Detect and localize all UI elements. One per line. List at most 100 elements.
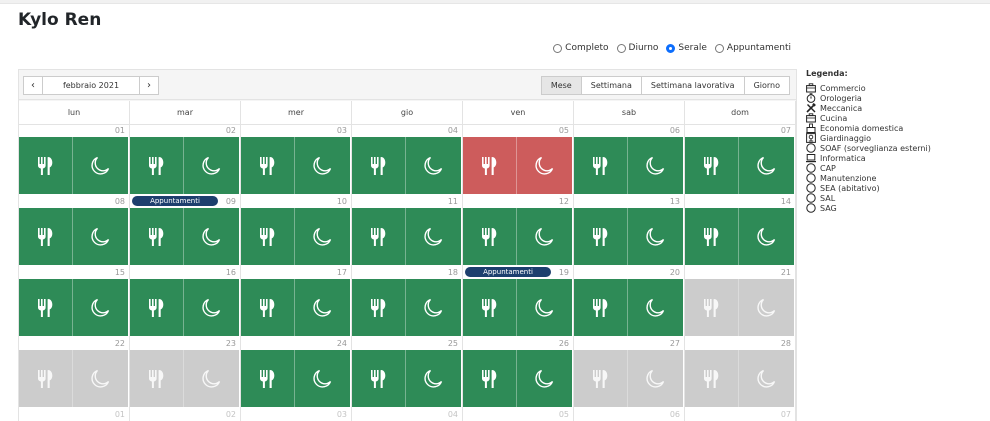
day-cell[interactable]: 10 xyxy=(241,196,352,267)
day-number: 01 xyxy=(114,126,125,135)
day-cell[interactable]: 25 xyxy=(352,338,463,409)
view-button-settimana[interactable]: Settimana xyxy=(580,76,642,95)
day-cell[interactable]: 08 xyxy=(19,196,130,267)
day-cell[interactable]: 22 xyxy=(19,338,130,409)
availability-tile-green[interactable] xyxy=(130,208,239,265)
availability-tile-gray[interactable] xyxy=(685,350,794,407)
legend-label: SAG xyxy=(820,204,837,213)
day-number: 05 xyxy=(558,410,569,419)
day-cell[interactable]: 07 xyxy=(685,409,796,421)
availability-tile-green[interactable] xyxy=(463,279,572,336)
availability-tile-green[interactable] xyxy=(574,208,683,265)
radio-indicator[interactable] xyxy=(553,43,563,53)
availability-tile-green[interactable] xyxy=(352,208,461,265)
day-cell[interactable]: 02 xyxy=(130,125,241,196)
calendar: ‹ febbraio 2021 › Mese Settimana Settimana… xyxy=(18,69,797,421)
prev-month-button[interactable]: ‹ xyxy=(23,76,43,95)
day-cell[interactable]: 14 xyxy=(685,196,796,267)
day-cell[interactable]: 27 xyxy=(574,338,685,409)
view-button-mese[interactable]: Mese xyxy=(540,76,582,95)
availability-tile-green[interactable] xyxy=(352,137,461,194)
day-cell[interactable]: 20 xyxy=(574,267,685,338)
availability-tile-green[interactable] xyxy=(241,279,350,336)
day-cell[interactable]: 11 xyxy=(352,196,463,267)
moon-icon xyxy=(628,350,682,407)
appointment-event[interactable]: Appuntamenti xyxy=(465,267,551,277)
day-cell[interactable]: 03 xyxy=(241,409,352,421)
moon-icon xyxy=(73,208,127,265)
day-cell[interactable]: 17 xyxy=(241,267,352,338)
day-cell[interactable]: 18 xyxy=(352,267,463,338)
weekday-mer: mer xyxy=(241,101,352,124)
availability-tile-green[interactable] xyxy=(352,279,461,336)
day-number: 14 xyxy=(780,197,791,206)
day-cell[interactable]: 12 xyxy=(463,196,574,267)
day-cell[interactable]: 01 xyxy=(19,409,130,421)
day-cell[interactable]: 16 xyxy=(130,267,241,338)
availability-tile-green[interactable] xyxy=(352,350,461,407)
day-number: 16 xyxy=(225,268,236,277)
availability-tile-green[interactable] xyxy=(130,137,239,194)
week-row: 22 23 24 25 26 27 28 xyxy=(19,338,796,409)
availability-tile-green[interactable] xyxy=(574,279,683,336)
day-cell[interactable]: 03 xyxy=(241,125,352,196)
availability-tile-gray[interactable] xyxy=(685,279,794,336)
availability-tile-green[interactable] xyxy=(130,279,239,336)
availability-tile-green[interactable] xyxy=(574,137,683,194)
day-cell[interactable]: 06 xyxy=(574,125,685,196)
filter-radio-diurno[interactable]: Diurno xyxy=(616,43,658,53)
availability-tile-green[interactable] xyxy=(241,208,350,265)
availability-tile-gray[interactable] xyxy=(130,350,239,407)
day-number: 07 xyxy=(780,126,791,135)
day-cell[interactable]: 13 xyxy=(574,196,685,267)
filter-radio-appuntamenti[interactable]: Appuntamenti xyxy=(714,43,791,53)
day-cell[interactable]: 21 xyxy=(685,267,796,338)
fork-knife-icon xyxy=(130,350,184,407)
availability-tile-green[interactable] xyxy=(241,137,350,194)
day-number: 02 xyxy=(225,126,236,135)
day-cell[interactable]: 04 xyxy=(352,409,463,421)
availability-tile-green[interactable] xyxy=(19,208,128,265)
day-cell[interactable]: 05 xyxy=(463,409,574,421)
radio-label: Serale xyxy=(678,43,707,53)
filter-radio-serale[interactable]: Serale xyxy=(666,43,707,53)
availability-tile-green[interactable] xyxy=(19,279,128,336)
fork-knife-icon xyxy=(352,279,406,336)
day-cell[interactable]: 09 Appuntamenti xyxy=(130,196,241,267)
day-cell[interactable]: 02 xyxy=(130,409,241,421)
day-number: 28 xyxy=(780,339,791,348)
legend-title: Legenda: xyxy=(806,69,848,78)
view-button-settimana-lavorativa[interactable]: Settimana lavorativa xyxy=(640,76,745,95)
day-cell[interactable]: 23 xyxy=(130,338,241,409)
radio-indicator[interactable] xyxy=(714,43,724,53)
appointment-event[interactable]: Appuntamenti xyxy=(132,196,218,206)
radio-indicator[interactable] xyxy=(616,43,626,53)
day-cell[interactable]: 15 xyxy=(19,267,130,338)
fork-knife-icon xyxy=(463,208,517,265)
day-cell[interactable]: 19 Appuntamenti xyxy=(463,267,574,338)
availability-tile-green[interactable] xyxy=(685,137,794,194)
availability-tile-gray[interactable] xyxy=(19,350,128,407)
availability-tile-green[interactable] xyxy=(241,350,350,407)
availability-tile-green[interactable] xyxy=(463,208,572,265)
day-cell[interactable]: 07 xyxy=(685,125,796,196)
availability-tile-green[interactable] xyxy=(685,208,794,265)
day-cell[interactable]: 26 xyxy=(463,338,574,409)
next-month-button[interactable]: › xyxy=(139,76,159,95)
availability-tile-gray[interactable] xyxy=(574,350,683,407)
filter-radio-completo[interactable]: Completo xyxy=(553,43,609,53)
radio-indicator[interactable] xyxy=(666,43,676,53)
view-button-giorno[interactable]: Giorno xyxy=(743,76,790,95)
day-cell[interactable]: 05 xyxy=(463,125,574,196)
availability-tile-green[interactable] xyxy=(19,137,128,194)
view-filter-radios: Completo Diurno Serale Appuntamenti xyxy=(553,43,791,53)
legend-label: Manutenzione xyxy=(820,174,877,183)
day-cell[interactable]: 28 xyxy=(685,338,796,409)
day-number: 13 xyxy=(669,197,680,206)
availability-tile-red[interactable] xyxy=(463,137,572,194)
day-cell[interactable]: 01 xyxy=(19,125,130,196)
day-cell[interactable]: 24 xyxy=(241,338,352,409)
day-cell[interactable]: 06 xyxy=(574,409,685,421)
day-cell[interactable]: 04 xyxy=(352,125,463,196)
availability-tile-green[interactable] xyxy=(463,350,572,407)
